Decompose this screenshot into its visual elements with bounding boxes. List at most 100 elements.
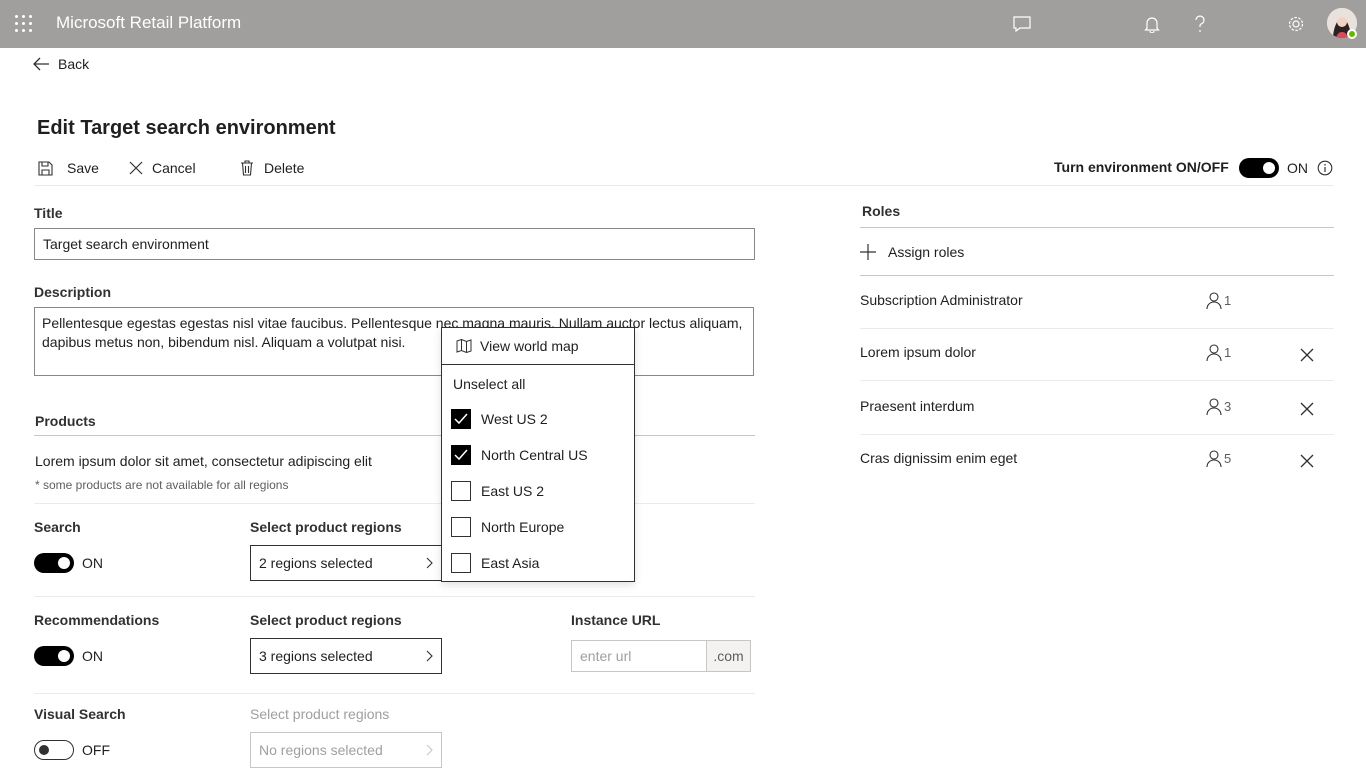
region-option-west-us-2[interactable]: West US 2 — [451, 409, 548, 429]
search-regions-label: Select product regions — [250, 519, 402, 535]
description-label: Description — [34, 284, 112, 300]
role-member-count: 1 — [1206, 344, 1231, 361]
assign-roles-label: Assign roles — [888, 244, 965, 260]
plus-icon — [860, 244, 876, 260]
bell-icon[interactable] — [1140, 12, 1164, 36]
products-description: Lorem ipsum dolor sit amet, consectetur … — [35, 453, 372, 469]
trash-icon — [241, 160, 253, 176]
info-icon[interactable] — [1317, 160, 1333, 179]
visual-search-toggle[interactable] — [34, 740, 74, 760]
person-icon — [1206, 292, 1222, 309]
environment-toggle-label: Turn environment ON/OFF — [1054, 159, 1229, 175]
role-count-value: 1 — [1224, 345, 1232, 360]
checkmark-icon — [454, 449, 468, 461]
instance-url-field[interactable]: .com — [571, 640, 751, 672]
role-member-count: 1 — [1206, 292, 1231, 309]
person-icon — [1206, 344, 1222, 361]
recommendations-toggle-state: ON — [82, 648, 103, 664]
delete-button[interactable]: Delete — [240, 160, 304, 176]
delete-label: Delete — [264, 160, 305, 176]
recommendations-regions-select[interactable]: 3 regions selected — [250, 638, 442, 674]
role-name: Subscription Administrator — [860, 292, 1023, 308]
role-name: Praesent interdum — [860, 398, 975, 414]
visual-search-toggle-state: OFF — [82, 742, 110, 758]
save-button[interactable]: Save — [38, 160, 99, 176]
save-label: Save — [67, 160, 99, 176]
recommendations-toggle[interactable] — [34, 646, 74, 666]
checkbox-checked[interactable] — [451, 445, 471, 465]
environment-toggle-state: ON — [1287, 160, 1308, 176]
arrow-left-icon — [33, 57, 49, 71]
person-icon — [1206, 398, 1222, 415]
chat-icon[interactable] — [1010, 12, 1034, 36]
products-section-title: Products — [35, 413, 96, 429]
environment-toggle[interactable] — [1239, 158, 1279, 178]
region-option-east-asia[interactable]: East Asia — [451, 553, 539, 573]
remove-role-icon[interactable] — [1300, 348, 1316, 364]
region-option-north-europe[interactable]: North Europe — [451, 517, 564, 537]
product-name-visual-search: Visual Search — [34, 706, 126, 722]
recommendations-regions-value: 3 regions selected — [259, 648, 373, 664]
remove-role-icon[interactable] — [1300, 402, 1316, 418]
roles-divider — [860, 227, 1334, 228]
view-world-map-button[interactable]: View world map — [442, 328, 634, 365]
visual-search-regions-select: No regions selected — [250, 732, 442, 768]
role-divider — [860, 434, 1334, 435]
title-label: Title — [34, 205, 63, 221]
product-divider — [34, 693, 755, 694]
search-regions-value: 2 regions selected — [259, 555, 373, 571]
checkbox-unchecked[interactable] — [451, 517, 471, 537]
checkbox-unchecked[interactable] — [451, 553, 471, 573]
command-bar-divider — [34, 185, 1334, 186]
region-option-east-us-2[interactable]: East US 2 — [451, 481, 544, 501]
instance-url-label: Instance URL — [571, 612, 661, 628]
role-name: Lorem ipsum dolor — [860, 344, 976, 360]
checkbox-unchecked[interactable] — [451, 481, 471, 501]
presence-indicator — [1347, 29, 1357, 39]
waffle-icon[interactable] — [15, 15, 33, 33]
help-icon[interactable] — [1188, 12, 1212, 36]
product-divider — [34, 503, 755, 504]
region-option-label: West US 2 — [481, 411, 548, 427]
products-divider — [34, 435, 755, 436]
top-bar: Microsoft Retail Platform — [0, 0, 1366, 48]
product-name-search: Search — [34, 519, 81, 535]
back-label: Back — [58, 56, 90, 72]
assign-roles-button[interactable]: Assign roles — [860, 244, 964, 260]
role-count-value: 1 — [1224, 293, 1232, 308]
role-count-value: 5 — [1224, 451, 1232, 466]
role-divider — [860, 328, 1334, 329]
product-divider — [34, 596, 755, 597]
role-divider — [860, 380, 1334, 381]
back-button[interactable]: Back — [32, 56, 89, 72]
region-option-label: North Europe — [481, 519, 565, 535]
product-name-recommendations: Recommendations — [34, 612, 160, 628]
instance-url-input[interactable] — [572, 641, 706, 671]
region-option-label: East US 2 — [481, 483, 545, 499]
region-option-label: North Central US — [481, 447, 588, 463]
app-title: Microsoft Retail Platform — [56, 13, 242, 32]
cancel-button[interactable]: Cancel — [129, 160, 196, 176]
role-member-count: 3 — [1206, 398, 1231, 415]
region-option-north-central-us[interactable]: North Central US — [451, 445, 588, 465]
unselect-all-button[interactable]: Unselect all — [453, 376, 525, 392]
url-suffix: .com — [706, 641, 750, 671]
search-regions-select[interactable]: 2 regions selected — [250, 545, 442, 581]
chevron-right-icon — [426, 557, 433, 569]
products-note: * some products are not available for al… — [35, 478, 289, 492]
region-option-label: East Asia — [481, 555, 540, 571]
page-title: Edit Target search environment — [37, 117, 336, 139]
save-icon — [38, 160, 53, 176]
title-input[interactable]: Target search environment — [34, 228, 755, 260]
search-toggle[interactable] — [34, 553, 74, 573]
settings-icon[interactable] — [1284, 12, 1308, 36]
roles-divider — [860, 275, 1334, 276]
cancel-label: Cancel — [152, 160, 196, 176]
description-textarea[interactable]: Pellentesque egestas egestas nisl vitae … — [34, 307, 754, 376]
remove-role-icon[interactable] — [1300, 454, 1316, 470]
role-name: Cras dignissim enim eget — [860, 450, 1018, 466]
checkmark-icon — [454, 413, 468, 425]
role-count-value: 3 — [1224, 399, 1232, 414]
checkbox-checked[interactable] — [451, 409, 471, 429]
person-icon — [1206, 450, 1222, 467]
